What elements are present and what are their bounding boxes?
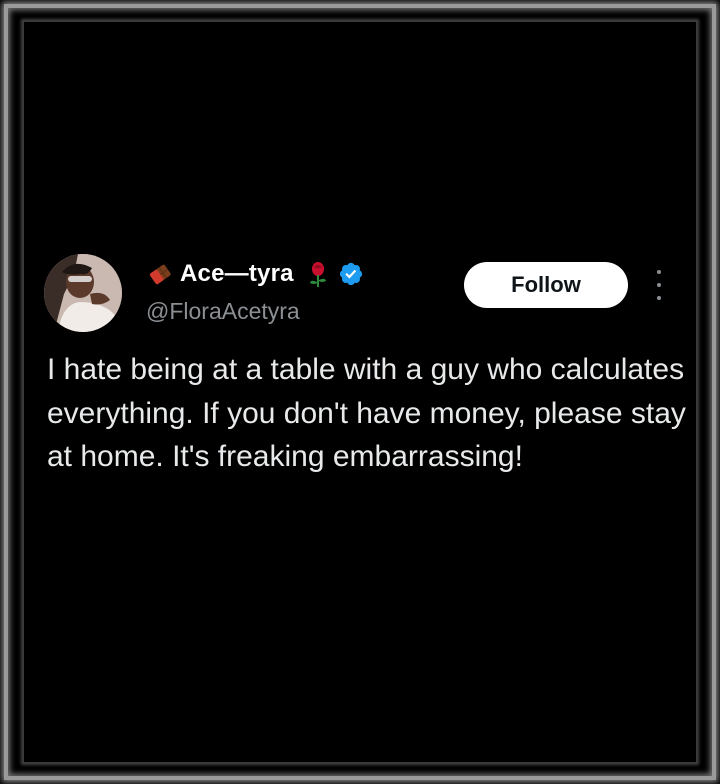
- follow-button[interactable]: Follow: [464, 262, 628, 308]
- more-options-icon[interactable]: [652, 270, 666, 300]
- verified-badge-icon: [339, 262, 362, 286]
- avatar-photo: [44, 254, 122, 332]
- more-dot: [657, 270, 661, 274]
- more-dot: [657, 283, 661, 287]
- more-dot: [657, 296, 661, 300]
- avatar[interactable]: [44, 254, 122, 332]
- rose-emoji-icon: [309, 262, 326, 287]
- display-name[interactable]: Ace—tyra: [180, 260, 294, 288]
- tweet-text: I hate being at a table with a guy who c…: [47, 353, 686, 473]
- chocolate-emoji-icon: [149, 264, 171, 285]
- user-name-row[interactable]: Ace—tyra: [146, 260, 364, 288]
- user-handle[interactable]: @FloraAcetyra: [146, 298, 300, 325]
